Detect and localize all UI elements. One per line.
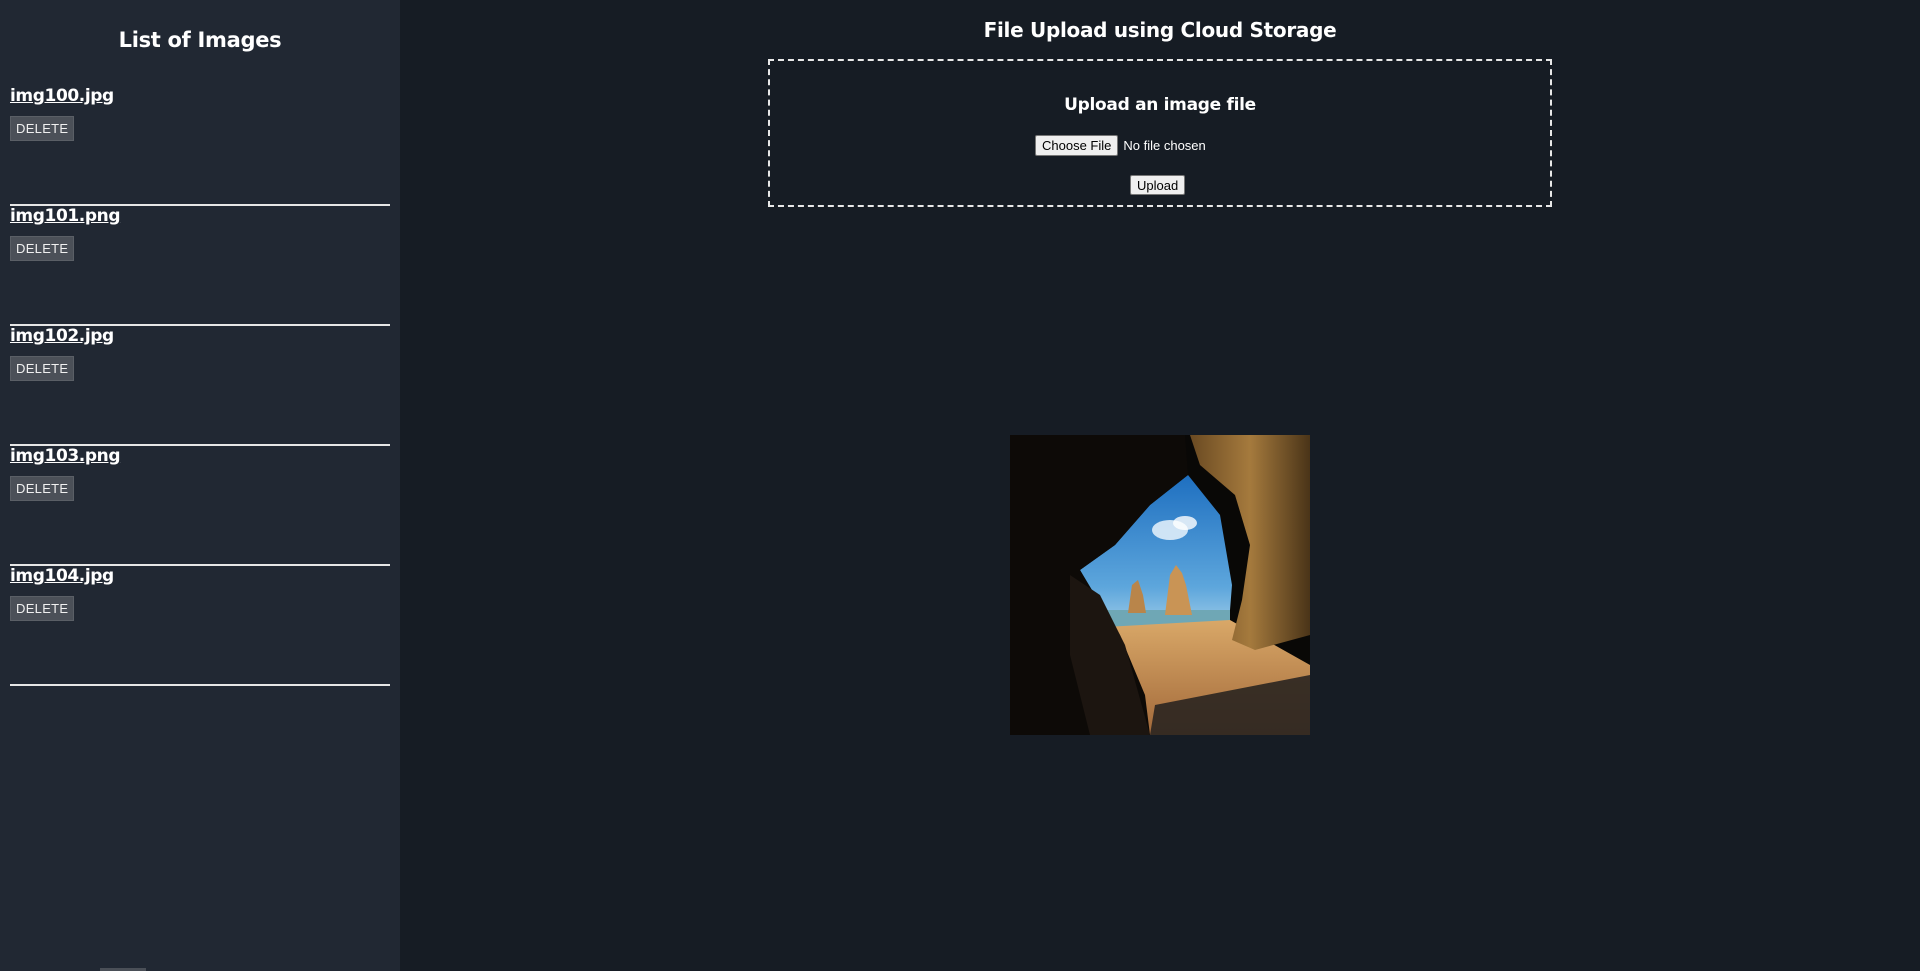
preview-image xyxy=(1010,435,1310,735)
image-link-img101[interactable]: img101.png xyxy=(10,206,121,226)
list-item: img104.jpg DELETE xyxy=(10,566,390,686)
list-item: img100.jpg DELETE xyxy=(10,86,390,206)
image-link-img103[interactable]: img103.png xyxy=(10,446,121,466)
list-item: img103.png DELETE xyxy=(10,446,390,566)
image-link-img102[interactable]: img102.jpg xyxy=(10,326,114,346)
delete-button-img104[interactable]: DELETE xyxy=(10,596,75,621)
upload-form: Upload an image file Choose File No file… xyxy=(768,59,1552,207)
delete-button-img101[interactable]: DELETE xyxy=(10,236,75,261)
image-link-img104[interactable]: img104.jpg xyxy=(10,566,114,586)
list-item: img102.jpg DELETE xyxy=(10,326,390,446)
upload-button[interactable]: Upload xyxy=(1130,175,1186,195)
file-status: No file chosen xyxy=(1123,138,1206,153)
image-list-sidebar: List of Images img100.jpg DELETE img101.… xyxy=(0,0,400,971)
beach-cave-image xyxy=(1010,435,1310,735)
delete-button-img103[interactable]: DELETE xyxy=(10,476,75,501)
image-link-img100[interactable]: img100.jpg xyxy=(10,86,114,106)
main-content: File Upload using Cloud Storage Upload a… xyxy=(400,0,1920,971)
page-title: File Upload using Cloud Storage xyxy=(983,18,1337,42)
list-item: img101.png DELETE xyxy=(10,206,390,326)
app-root: List of Images img100.jpg DELETE img101.… xyxy=(0,0,1920,971)
upload-heading: Upload an image file xyxy=(1064,95,1256,115)
delete-button-img102[interactable]: DELETE xyxy=(10,356,75,381)
sidebar-title: List of Images xyxy=(118,28,282,52)
file-input[interactable]: Choose File No file chosen xyxy=(1035,135,1206,156)
delete-button-img100[interactable]: DELETE xyxy=(10,116,75,141)
image-list: img100.jpg DELETE img101.png DELETE img1… xyxy=(10,86,390,686)
choose-file-button[interactable]: Choose File xyxy=(1035,135,1119,156)
